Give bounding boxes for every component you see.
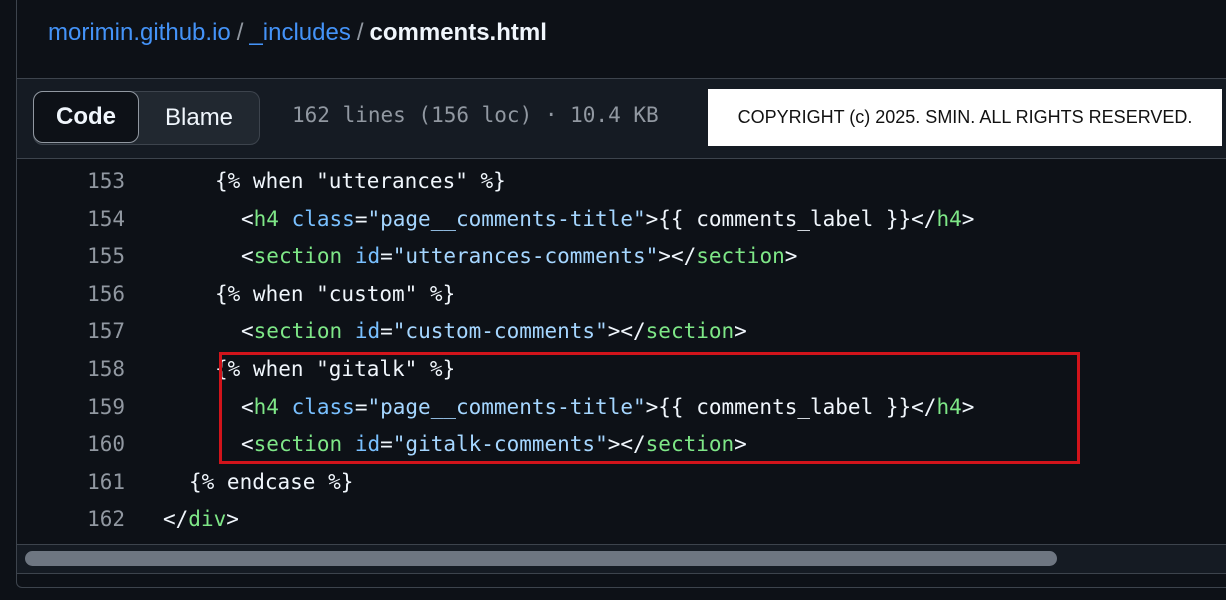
code-token-str: "gitalk-comments": [392, 432, 608, 457]
code-token-tag: section: [253, 319, 343, 344]
code-token-attr: class: [291, 394, 355, 419]
code-tab-button[interactable]: Code: [33, 91, 139, 143]
line-number[interactable]: 153: [57, 163, 125, 201]
code-token-punc: [342, 432, 355, 456]
code-token-punc: [279, 395, 292, 419]
code-text: {% when "utterances" %}: [215, 163, 506, 201]
code-token-punc: =: [354, 394, 368, 419]
code-token-punc: </: [163, 507, 189, 532]
code-token-punc: <: [241, 206, 254, 231]
horizontal-scrollbar[interactable]: [17, 544, 1226, 574]
code-token-attr: id: [354, 319, 381, 344]
code-token-punc: >: [784, 244, 798, 269]
copyright-overlay: COPYRIGHT (c) 2025. SMIN. ALL RIGHTS RES…: [708, 89, 1222, 146]
line-number[interactable]: 159: [57, 389, 125, 427]
code-token-punc: =: [380, 244, 393, 269]
code-text: {% when "gitalk" %}: [215, 351, 455, 389]
code-token-punc: <: [241, 319, 254, 344]
code-text: <section id="custom-comments"></section>: [241, 313, 747, 351]
code-text: <h4 class="page__comments-title">{{ comm…: [241, 389, 974, 427]
code-token-punc: {% when "utterances" %}: [215, 169, 506, 193]
code-token-punc: =: [380, 319, 393, 344]
code-line: 162 </div>: [17, 501, 1226, 539]
code-token-punc: {% when "gitalk" %}: [215, 357, 456, 381]
code-token-punc: ></: [607, 432, 646, 457]
file-toolbar: Code Blame 162 lines (156 loc) · 10.4 KB…: [17, 78, 1226, 159]
code-line: 158 {% when "gitalk" %}: [17, 351, 1226, 389]
code-line: 161 {% endcase %}: [17, 464, 1226, 502]
code-token-punc: =: [380, 432, 393, 457]
line-number[interactable]: 158: [57, 351, 125, 389]
breadcrumb-repo-link[interactable]: morimin.github.io: [48, 19, 231, 46]
line-number[interactable]: 157: [57, 313, 125, 351]
code-token-str: "page__comments-title": [367, 394, 646, 419]
code-token-punc: {% endcase %}: [189, 469, 354, 494]
code-token-attr: id: [354, 244, 381, 269]
code-token-attr: class: [291, 206, 355, 231]
file-info: 162 lines (156 loc) · 10.4 KB: [292, 103, 659, 127]
code-token-punc: <: [241, 394, 254, 419]
code-token-punc: <: [241, 244, 254, 269]
code-line: 159 <h4 class="page__comments-title">{{ c…: [17, 389, 1226, 427]
code-token-punc: >: [734, 319, 747, 344]
blame-tab-button[interactable]: Blame: [139, 92, 259, 144]
code-token-tag: section: [253, 432, 343, 457]
code-token-punc: >{{ comments_label }}</: [645, 394, 937, 419]
code-viewer[interactable]: 153 {% when "utterances" %} 154 <h4 class="…: [17, 163, 1226, 538]
code-line: 160 <section id="gitalk-comments"></secti…: [17, 426, 1226, 464]
code-token-punc: >: [226, 507, 239, 532]
code-token-punc: >: [961, 206, 975, 231]
code-token-punc: {% when "custom" %}: [215, 281, 456, 306]
code-token-punc: =: [354, 206, 368, 231]
code-token-punc: <: [241, 432, 254, 457]
breadcrumb-current-file: comments.html: [369, 19, 547, 46]
code-token-str: "utterances-comments": [392, 244, 659, 269]
code-line: 157 <section id="custom-comments"></secti…: [17, 313, 1226, 351]
code-token-str: "page__comments-title": [367, 206, 646, 231]
code-token-punc: [279, 207, 292, 231]
breadcrumb: morimin.github.io / _includes / comments.htm…: [48, 16, 547, 50]
line-number[interactable]: 156: [57, 276, 125, 314]
code-token-tag: h4: [936, 394, 962, 419]
code-token-attr: id: [354, 432, 381, 457]
line-number[interactable]: 162: [57, 501, 125, 539]
code-line: 155 <section id="utterances-comments"></s…: [17, 238, 1226, 276]
code-token-tag: section: [253, 244, 343, 269]
code-token-tag: h4: [936, 206, 962, 231]
code-token-punc: >{{ comments_label }}</: [645, 206, 937, 231]
view-mode-toggle: Code Blame: [33, 91, 261, 145]
code-text: <h4 class="page__comments-title">{{ comm…: [241, 201, 974, 239]
scrollbar-thumb[interactable]: [25, 551, 1057, 566]
code-line: 154 <h4 class="page__comments-title">{{ c…: [17, 201, 1226, 239]
code-text: <section id="utterances-comments"></sect…: [241, 238, 797, 276]
code-token-punc: ></: [607, 319, 646, 344]
code-token-tag: section: [645, 319, 735, 344]
code-token-punc: [342, 244, 355, 268]
line-number[interactable]: 154: [57, 201, 125, 239]
line-number[interactable]: 161: [57, 464, 125, 502]
code-text: {% when "custom" %}: [215, 276, 455, 314]
code-text: <section id="gitalk-comments"></section>: [241, 426, 747, 464]
code-line: 153 {% when "utterances" %}: [17, 163, 1226, 201]
code-text: {% endcase %}: [189, 464, 353, 502]
code-token-punc: >: [734, 432, 747, 457]
line-number[interactable]: 160: [57, 426, 125, 464]
code-token-tag: h4: [253, 206, 279, 231]
code-token-punc: ></: [658, 244, 697, 269]
code-token-punc: [342, 319, 355, 343]
code-token-tag: div: [188, 507, 227, 532]
breadcrumb-separator: /: [236, 19, 244, 46]
code-token-tag: h4: [253, 394, 279, 419]
breadcrumb-separator: /: [356, 19, 364, 46]
line-number[interactable]: 155: [57, 238, 125, 276]
code-token-str: "custom-comments": [392, 319, 608, 344]
breadcrumb-folder-link[interactable]: _includes: [249, 19, 350, 46]
code-text: </div>: [163, 501, 239, 539]
code-line: 156 {% when "custom" %}: [17, 276, 1226, 314]
code-token-tag: section: [645, 432, 735, 457]
code-token-punc: >: [961, 394, 975, 419]
code-token-tag: section: [696, 244, 785, 269]
